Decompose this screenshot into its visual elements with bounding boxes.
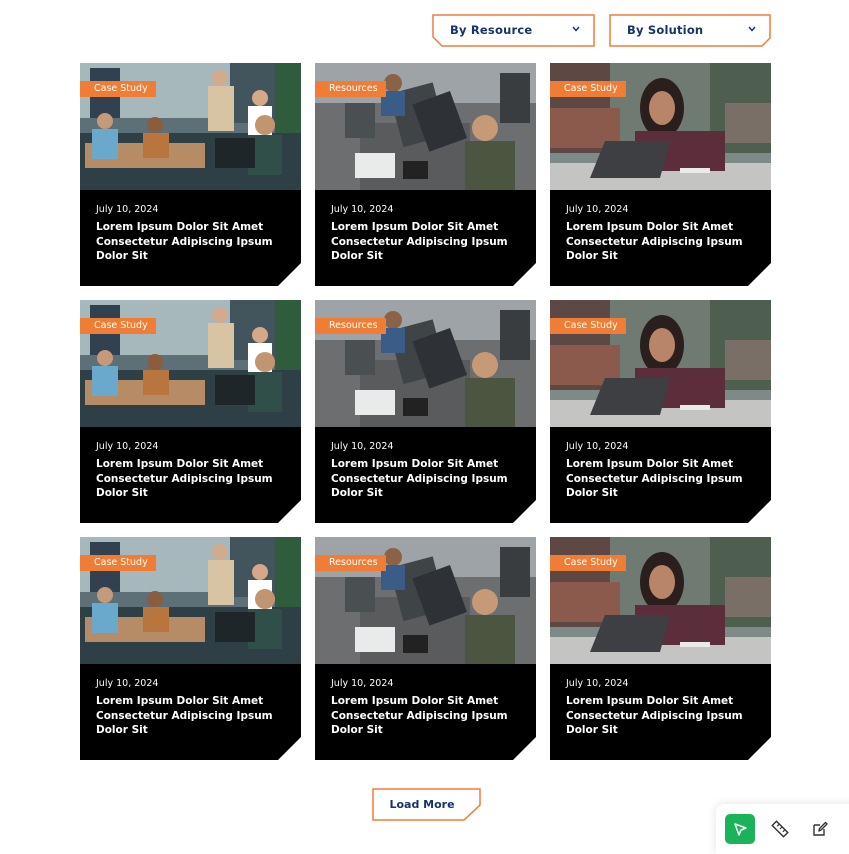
category-tag: Case Study [550, 318, 626, 334]
resource-card[interactable]: Resources July 10, 2024 Lorem Ipsum Dolor … [315, 300, 536, 523]
card-date: July 10, 2024 [566, 441, 629, 452]
card-title[interactable]: Lorem Ipsum Dolor Sit Amet Consectetur A… [566, 220, 761, 264]
card-title[interactable]: Lorem Ipsum Dolor Sit Amet Consectetur A… [331, 457, 526, 501]
category-tag: Case Study [80, 318, 156, 334]
card-title[interactable]: Lorem Ipsum Dolor Sit Amet Consectetur A… [331, 220, 526, 264]
card-body: July 10, 2024 Lorem Ipsum Dolor Sit Amet … [550, 427, 771, 523]
resource-card[interactable]: Case Study July 10, 2024 Lorem Ipsum Dolor… [80, 537, 301, 760]
chevron-down-icon [572, 26, 580, 32]
select-tool-button[interactable] [725, 814, 755, 844]
card-body: July 10, 2024 Lorem Ipsum Dolor Sit Amet … [80, 190, 301, 286]
filter-by-solution-label: By Solution [627, 23, 704, 37]
card-body: July 10, 2024 Lorem Ipsum Dolor Sit Amet … [80, 427, 301, 523]
ruler-icon [771, 820, 789, 838]
category-tag: Case Study [80, 81, 156, 97]
resource-card[interactable]: Case Study July 10, 2024 Lorem Ipsum Dolor… [550, 300, 771, 523]
resource-card[interactable]: Case Study July 10, 2024 Lorem Ipsum Dolor… [80, 63, 301, 286]
card-date: July 10, 2024 [96, 678, 159, 689]
category-tag: Resources [315, 81, 386, 97]
card-body: July 10, 2024 Lorem Ipsum Dolor Sit Amet … [315, 664, 536, 760]
card-body: July 10, 2024 Lorem Ipsum Dolor Sit Amet … [315, 190, 536, 286]
category-tag: Resources [315, 555, 386, 571]
resource-card[interactable]: Case Study July 10, 2024 Lorem Ipsum Dolor… [80, 300, 301, 523]
category-tag: Case Study [550, 555, 626, 571]
card-date: July 10, 2024 [96, 441, 159, 452]
filter-by-resource-label: By Resource [450, 23, 533, 37]
card-date: July 10, 2024 [566, 204, 629, 215]
card-date: July 10, 2024 [566, 678, 629, 689]
category-tag: Case Study [550, 81, 626, 97]
filter-by-resource-dropdown[interactable]: By Resource [432, 14, 595, 47]
card-body: July 10, 2024 Lorem Ipsum Dolor Sit Amet … [550, 190, 771, 286]
card-title[interactable]: Lorem Ipsum Dolor Sit Amet Consectetur A… [96, 694, 291, 738]
chevron-down-icon [748, 26, 756, 32]
card-body: July 10, 2024 Lorem Ipsum Dolor Sit Amet … [315, 427, 536, 523]
resource-card[interactable]: Resources July 10, 2024 Lorem Ipsum Dolor … [315, 63, 536, 286]
card-title[interactable]: Lorem Ipsum Dolor Sit Amet Consectetur A… [566, 457, 761, 501]
category-tag: Case Study [80, 555, 156, 571]
load-more-label: Load More [389, 798, 455, 811]
cursor-arrow-icon [734, 823, 747, 836]
card-title[interactable]: Lorem Ipsum Dolor Sit Amet Consectetur A… [566, 694, 761, 738]
category-tag: Resources [315, 318, 386, 334]
resource-card[interactable]: Case Study July 10, 2024 Lorem Ipsum Dolor… [550, 537, 771, 760]
floating-toolbar [716, 804, 849, 854]
card-body: July 10, 2024 Lorem Ipsum Dolor Sit Amet … [550, 664, 771, 760]
card-title[interactable]: Lorem Ipsum Dolor Sit Amet Consectetur A… [96, 220, 291, 264]
edit-icon [813, 821, 828, 836]
card-date: July 10, 2024 [96, 204, 159, 215]
filter-by-solution-dropdown[interactable]: By Solution [609, 14, 771, 47]
resource-card[interactable]: Case Study July 10, 2024 Lorem Ipsum Dolor… [550, 63, 771, 286]
card-body: July 10, 2024 Lorem Ipsum Dolor Sit Amet … [80, 664, 301, 760]
card-date: July 10, 2024 [331, 204, 394, 215]
edit-tool-button[interactable] [805, 814, 835, 844]
card-date: July 10, 2024 [331, 678, 394, 689]
card-date: July 10, 2024 [331, 441, 394, 452]
card-title[interactable]: Lorem Ipsum Dolor Sit Amet Consectetur A… [331, 694, 526, 738]
resource-card[interactable]: Resources July 10, 2024 Lorem Ipsum Dolor … [315, 537, 536, 760]
load-more-button[interactable]: Load More [372, 788, 481, 821]
ruler-tool-button[interactable] [765, 814, 795, 844]
card-title[interactable]: Lorem Ipsum Dolor Sit Amet Consectetur A… [96, 457, 291, 501]
